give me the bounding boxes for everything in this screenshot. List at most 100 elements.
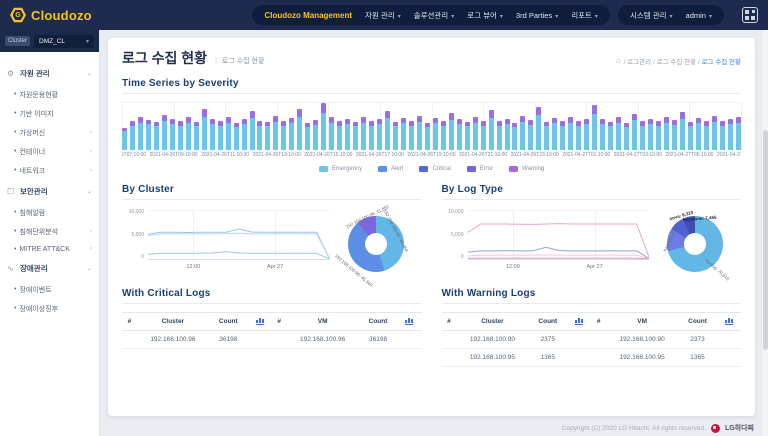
by-cluster-y-axis: 10,0005,0000 bbox=[122, 210, 148, 260]
chevron-right-icon: › bbox=[90, 149, 92, 155]
section-title-critical: With Critical Logs bbox=[122, 288, 422, 304]
by-log-type-line-chart[interactable]: 12:00Apr 27 bbox=[468, 210, 650, 260]
brand[interactable]: G Cloudozo bbox=[10, 7, 92, 23]
scrollbar-thumb[interactable] bbox=[763, 130, 768, 350]
table-cell bbox=[567, 331, 591, 349]
severity-bar bbox=[465, 122, 470, 150]
severity-bar bbox=[273, 116, 278, 150]
bar-cap bbox=[592, 105, 597, 114]
page-scrollbar[interactable] bbox=[761, 30, 768, 436]
sidebar-item-0-1[interactable]: •기반 이미지 bbox=[0, 104, 99, 123]
by-cluster-donut-chart[interactable]: 192.168.100.95: 46,968192.168.100.90: 45… bbox=[348, 216, 404, 272]
donut-label: 192.168.100.90: 45,349 bbox=[333, 253, 373, 287]
sidebar-section-label: 장애관리 bbox=[20, 263, 48, 274]
table-cell bbox=[442, 331, 457, 349]
breadcrumb-item[interactable]: 로그관리 bbox=[627, 59, 651, 66]
chevron-down-icon: ▾ bbox=[500, 14, 503, 20]
severity-bar bbox=[584, 119, 589, 150]
nav-item-2[interactable]: 솔루션관리▾ bbox=[414, 10, 455, 21]
donut-label: 192.168.100.96: 11,882 bbox=[345, 204, 390, 229]
severity-bar bbox=[154, 122, 159, 150]
sidebar-section-2[interactable]: ∿장애관리⌄ bbox=[0, 257, 99, 280]
sidebar-item-1-2[interactable]: •MITRE ATT&CK› bbox=[0, 241, 99, 257]
timeseries-chart[interactable] bbox=[122, 102, 741, 150]
cluster-select[interactable]: DMZ_CL ▾ bbox=[34, 35, 94, 48]
severity-bar bbox=[345, 119, 350, 150]
breadcrumb-current: 로그 수집 현황 bbox=[702, 59, 742, 66]
table-cell: 192.168.100.95 bbox=[606, 349, 678, 367]
severity-bar bbox=[576, 121, 581, 150]
by-cluster-line-chart[interactable]: 12:00Apr 27 bbox=[148, 210, 330, 260]
legend-item-emergency[interactable]: Emergency bbox=[319, 166, 362, 172]
severity-bar bbox=[337, 121, 342, 150]
bar-body bbox=[234, 127, 239, 150]
nav-item-right-0[interactable]: 시스템 관리▾ bbox=[630, 10, 673, 21]
breadcrumb-item[interactable]: 로그 수집 현황 bbox=[657, 59, 697, 66]
sidebar-item-0-0[interactable]: •자원운용현황 bbox=[0, 85, 99, 104]
brand-name: Cloudozo bbox=[31, 8, 92, 23]
sidebar-section-0[interactable]: ⚙자원 관리⌄ bbox=[0, 62, 99, 85]
home-icon[interactable]: ⌂ bbox=[616, 56, 621, 65]
sidebar-item-2-0[interactable]: •장애이벤트 bbox=[0, 280, 99, 299]
nav-item-5[interactable]: 리포트▾ bbox=[571, 10, 598, 21]
severity-bar bbox=[489, 110, 494, 150]
nav-item-3[interactable]: 로그 뷰어▾ bbox=[467, 10, 503, 21]
bar-chart-icon[interactable] bbox=[725, 318, 733, 325]
chevron-right-icon: › bbox=[90, 130, 92, 136]
legend-item-warning[interactable]: Warning bbox=[509, 166, 544, 172]
bar-body bbox=[353, 126, 358, 150]
x-tick-label: Apr 27 bbox=[267, 264, 283, 270]
bullet-icon: • bbox=[14, 129, 16, 136]
x-tick-label: 2021-04-26T15:10:00 bbox=[304, 152, 352, 158]
critical-logs-table: #ClusterCount#VMCount192.168.100.9636198… bbox=[122, 312, 422, 349]
severity-bar bbox=[536, 107, 541, 150]
severity-bar bbox=[138, 117, 143, 150]
nav-item-right-1[interactable]: admin▾ bbox=[686, 11, 712, 20]
sidebar-item-0-3[interactable]: •컨테이너› bbox=[0, 142, 99, 161]
bar-body bbox=[720, 126, 725, 150]
legend-item-error[interactable]: Error bbox=[467, 166, 493, 172]
apps-grid-icon[interactable] bbox=[742, 7, 758, 23]
severity-bar bbox=[210, 119, 215, 150]
timeseries-x-axis: 2021-04-26T07:10:002021-04-26T09:10:0020… bbox=[122, 152, 741, 159]
sidebar-section-1[interactable]: ☐보안관리⌄ bbox=[0, 180, 99, 203]
bar-body bbox=[449, 120, 454, 150]
sidebar-item-2-1[interactable]: •장애이상징후 bbox=[0, 299, 99, 318]
by-log-type-donut-wrap: rsyslog: 70,915haproxy: 13,402nova: 8,31… bbox=[649, 210, 741, 272]
chevron-down-icon: ⌄ bbox=[87, 188, 92, 195]
sidebar-section-label: 보안관리 bbox=[20, 186, 48, 197]
sidebar-item-0-2[interactable]: •가상머신 › bbox=[0, 123, 99, 142]
severity-bar bbox=[505, 119, 510, 150]
x-tick-label: 2021-04-26T13:10:00 bbox=[253, 152, 301, 158]
col-header-vm-5: VM bbox=[606, 313, 678, 331]
sidebar-item-1-0[interactable]: •침해알람 bbox=[0, 203, 99, 222]
bar-body bbox=[672, 125, 677, 150]
bar-cap bbox=[250, 111, 255, 118]
gridline bbox=[741, 103, 742, 150]
bar-body bbox=[401, 123, 406, 150]
footer-brand: LG히다찌 bbox=[725, 423, 754, 433]
legend-item-alert[interactable]: Alert bbox=[378, 166, 403, 172]
severity-bar bbox=[401, 118, 406, 150]
x-tick-label: 2021-04-27T01:10:00 bbox=[562, 152, 610, 158]
by-log-type-donut-chart[interactable]: rsyslog: 70,915haproxy: 13,402nova: 8,31… bbox=[667, 216, 723, 272]
legend-label: Error bbox=[480, 166, 493, 172]
legend-item-critical[interactable]: Critical bbox=[419, 166, 450, 172]
severity-bar bbox=[242, 119, 247, 150]
nav-item-0[interactable]: Cloudozo Management bbox=[264, 11, 352, 20]
bar-chart-icon[interactable] bbox=[405, 318, 413, 325]
sidebar-item-label: 가상머신 bbox=[19, 128, 45, 138]
nav-item-1[interactable]: 자원 관리▾ bbox=[365, 10, 401, 21]
warning-logs-section: With Warning Logs #ClusterCount#VMCount1… bbox=[442, 288, 742, 367]
sidebar-item-label: 장애이벤트 bbox=[19, 285, 51, 295]
secondary-menu: 시스템 관리▾ admin▾ bbox=[618, 5, 724, 25]
sidebar-item-0-4[interactable]: •네트워크› bbox=[0, 161, 99, 180]
bar-chart-icon[interactable] bbox=[256, 318, 264, 325]
sidebar-item-1-1[interactable]: •침해단위분석› bbox=[0, 222, 99, 241]
nav-item-4[interactable]: 3rd Parties▾ bbox=[516, 11, 558, 20]
bar-body bbox=[473, 123, 478, 150]
legend-label: Emergency bbox=[332, 166, 362, 172]
bar-chart-icon[interactable] bbox=[575, 318, 583, 325]
by-cluster-donut-wrap: 192.168.100.95: 46,968192.168.100.90: 45… bbox=[330, 210, 422, 272]
table-row: 192.168.100.951365192.168.100.951365 bbox=[442, 349, 742, 367]
